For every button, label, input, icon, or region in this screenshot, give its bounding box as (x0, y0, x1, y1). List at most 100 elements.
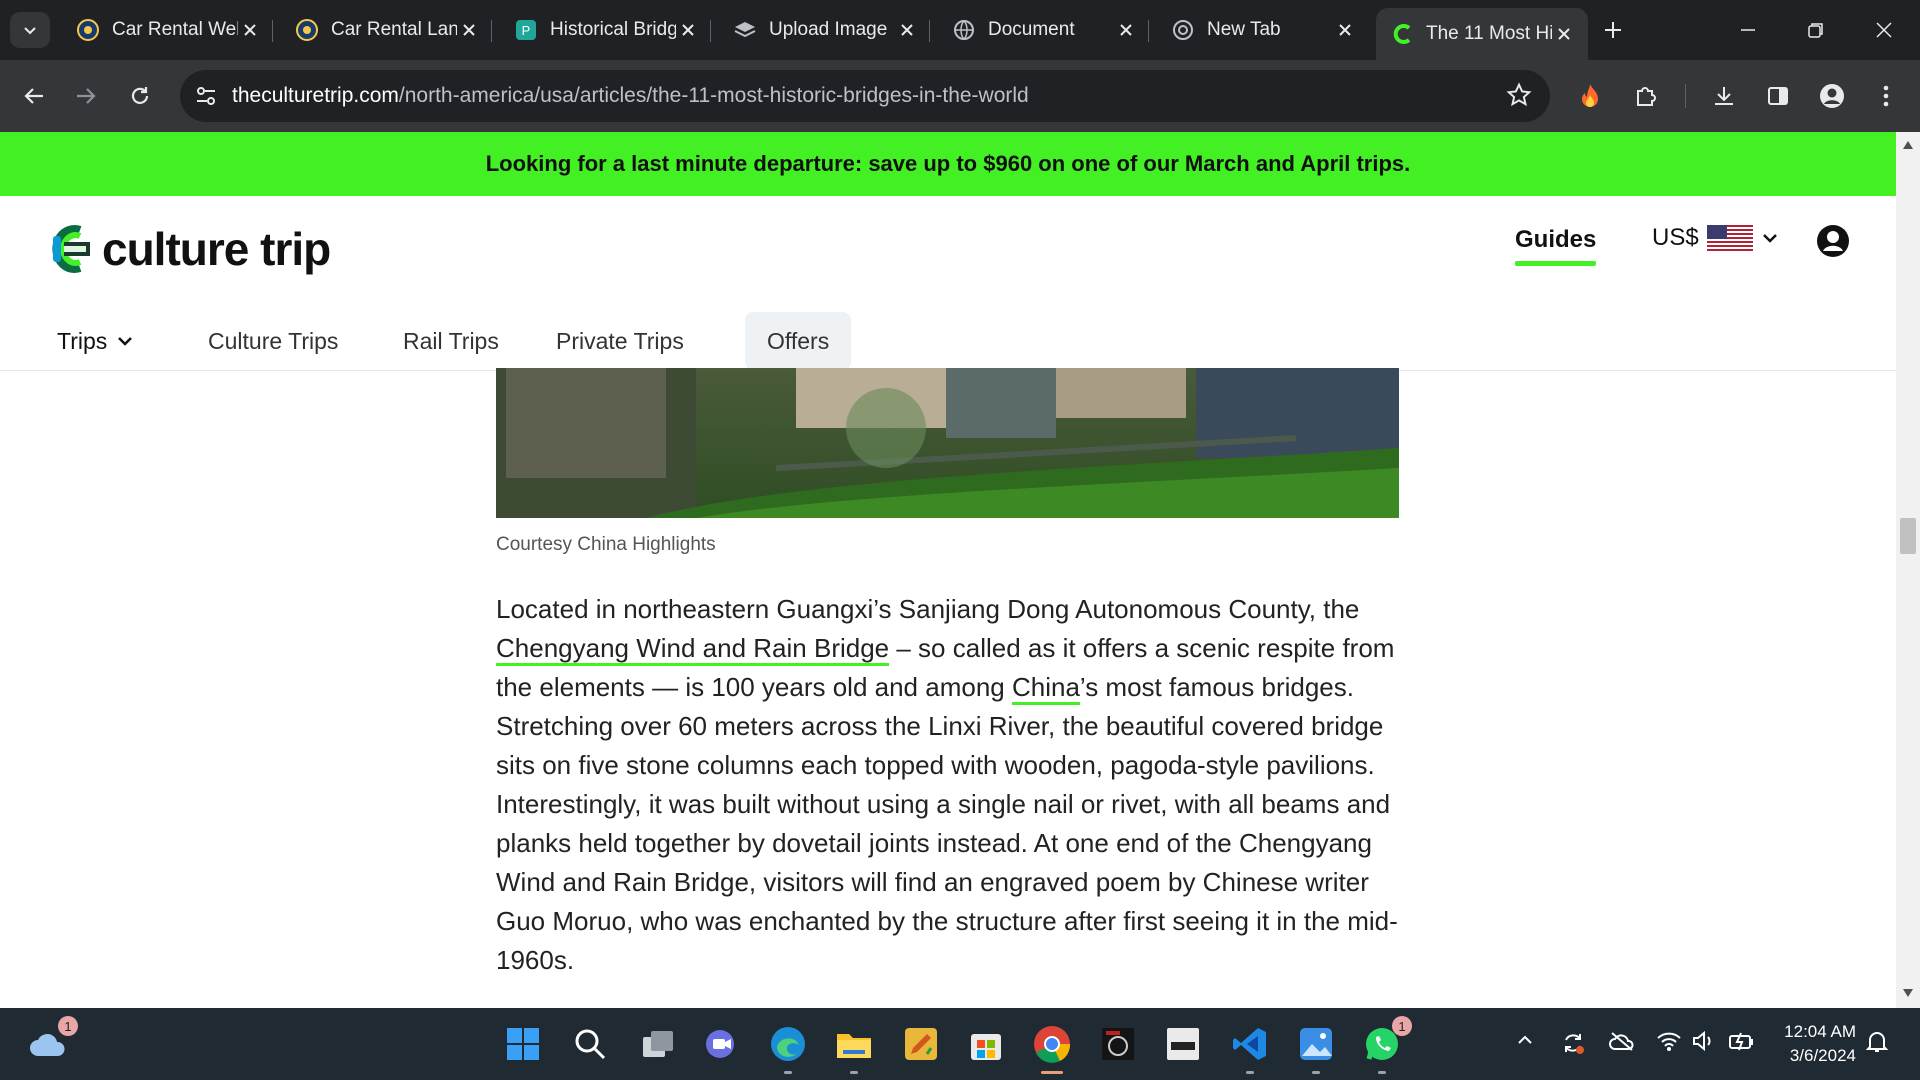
browser-toolbar: theculturetrip.com/north-america/usa/art… (0, 60, 1920, 132)
close-icon[interactable] (1114, 18, 1138, 42)
p-icon: P (514, 18, 538, 42)
side-panel-button[interactable] (1758, 76, 1798, 116)
culture-trip-logo[interactable]: culture trip (50, 222, 331, 276)
tab-title: Document (988, 19, 1075, 40)
back-button[interactable] (14, 76, 54, 116)
new-tab-button[interactable] (1597, 14, 1629, 46)
chevron-down-icon (118, 337, 133, 346)
tab-title: The 11 Most Historic (1426, 23, 1552, 44)
whatsapp-button[interactable]: 1 (1360, 1016, 1412, 1074)
extension-fire-button[interactable] (1570, 76, 1610, 116)
pen-tool-app-button[interactable] (899, 1022, 943, 1066)
scroll-down-icon[interactable] (1902, 988, 1914, 998)
nav-trips-label: Trips (57, 327, 108, 354)
china-link[interactable]: China (1011, 672, 1080, 705)
tab-car-rental-website[interactable]: Car Rental Website (62, 8, 274, 52)
folder-icon (837, 1034, 871, 1058)
battery-tray-icon[interactable] (1728, 1030, 1754, 1057)
tab-document[interactable]: Document (938, 8, 1150, 52)
nav-rail-trips[interactable]: Rail Trips (403, 312, 499, 370)
close-icon[interactable] (457, 18, 481, 42)
close-icon[interactable] (895, 18, 919, 42)
us-flag-icon (1706, 225, 1753, 251)
chrome-button[interactable] (1030, 1022, 1074, 1074)
fifa-game-button[interactable] (1161, 1022, 1205, 1066)
vscode-button[interactable] (1228, 1022, 1272, 1074)
clock-date: 3/6/2024 (1789, 1046, 1856, 1065)
logo-text: culture trip (102, 223, 331, 275)
weather-widget[interactable]: 1 (26, 1016, 78, 1066)
profile-button[interactable] (1812, 76, 1852, 116)
tray-overflow-button[interactable] (1515, 1030, 1535, 1055)
task-view-button[interactable] (636, 1022, 680, 1066)
microsoft-store-button[interactable] (964, 1022, 1008, 1066)
file-explorer-button[interactable] (832, 1022, 876, 1074)
sync-tray-icon[interactable] (1560, 1030, 1586, 1061)
downloads-button[interactable] (1704, 76, 1744, 116)
extensions-button[interactable] (1626, 76, 1666, 116)
account-button[interactable] (1816, 224, 1850, 263)
restore-button[interactable] (1786, 8, 1846, 52)
culture-trip-icon (1390, 22, 1414, 46)
address-bar[interactable]: theculturetrip.com/north-america/usa/art… (180, 70, 1550, 122)
notification-center-button[interactable] (1865, 1030, 1889, 1059)
system-clock[interactable]: 12:04 AM 3/6/2024 (1760, 1020, 1856, 1068)
stack-icon (733, 18, 757, 42)
menu-button[interactable] (1866, 76, 1906, 116)
scroll-up-icon[interactable] (1902, 140, 1914, 150)
pes-game-icon (1102, 1028, 1134, 1060)
bookmark-star-icon[interactable] (1506, 82, 1532, 113)
svg-text:P: P (522, 23, 531, 38)
page-scrollbar[interactable] (1896, 132, 1920, 1008)
pes-game-button[interactable] (1096, 1022, 1140, 1066)
close-icon[interactable] (238, 18, 262, 42)
close-icon (1876, 22, 1892, 38)
tab-the-11-most-historic[interactable]: The 11 Most Historic (1376, 8, 1588, 60)
onedrive-tray-icon[interactable] (1608, 1030, 1636, 1057)
teams-chat-button[interactable] (700, 1022, 744, 1066)
tab-title: Historical Bridges (550, 19, 676, 40)
reload-button[interactable] (120, 76, 160, 116)
minimize-button[interactable] (1718, 8, 1778, 52)
site-info-icon[interactable] (180, 86, 232, 106)
promo-banner[interactable]: Looking for a last minute departure: sav… (0, 132, 1896, 196)
chengyang-bridge-link[interactable]: Chengyang Wind and Rain Bridge (496, 633, 890, 666)
nav-culture-trips[interactable]: Culture Trips (208, 312, 338, 370)
windows-taskbar: 1 1 12:04 AM 3/6/2024 (0, 1008, 1920, 1080)
start-button[interactable] (501, 1022, 545, 1066)
notification-badge: 1 (1392, 1016, 1412, 1036)
bell-icon (1865, 1032, 1889, 1052)
photos-app-button[interactable] (1294, 1022, 1338, 1074)
nav-offers[interactable]: Offers (745, 312, 852, 370)
chrome-icon (1171, 18, 1195, 42)
url-text: theculturetrip.com/north-america/usa/art… (232, 84, 1029, 107)
profile-icon (1820, 84, 1844, 108)
close-icon[interactable] (1333, 18, 1357, 42)
nav-private-trips[interactable]: Private Trips (556, 312, 684, 370)
wifi-tray-icon[interactable] (1656, 1030, 1682, 1057)
store-icon (971, 1034, 1001, 1060)
scrollbar-thumb[interactable] (1900, 518, 1916, 554)
tab-search-button[interactable] (10, 12, 50, 48)
article-paragraph: Located in northeastern Guangxi’s Sanjia… (496, 594, 1398, 975)
search-button[interactable] (568, 1022, 612, 1066)
tab-car-rental-landing[interactable]: Car Rental Landing (281, 8, 493, 52)
tab-historical-bridges[interactable]: P Historical Bridges (500, 8, 712, 52)
currency-selector[interactable]: US$ (1652, 224, 1779, 252)
photos-icon (1300, 1028, 1332, 1060)
close-icon[interactable] (676, 18, 700, 42)
side-panel-icon (1768, 87, 1788, 105)
close-icon[interactable] (1552, 22, 1576, 46)
tab-title: New Tab (1207, 19, 1281, 40)
battery-charging-icon (1729, 1032, 1753, 1051)
forward-button[interactable] (66, 76, 106, 116)
nav-trips[interactable]: Trips (57, 312, 135, 370)
volume-tray-icon[interactable] (1692, 1030, 1716, 1057)
edge-browser-button[interactable] (766, 1022, 810, 1074)
close-window-button[interactable] (1854, 8, 1914, 52)
tab-new-tab[interactable]: New Tab (1157, 8, 1369, 52)
guides-link[interactable]: Guides (1515, 226, 1597, 266)
sync-icon (1565, 1034, 1584, 1054)
tab-upload-image[interactable]: Upload Image (719, 8, 931, 52)
flame-icon (1582, 84, 1598, 107)
